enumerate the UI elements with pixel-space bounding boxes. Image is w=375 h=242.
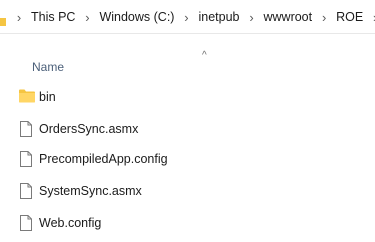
chevron-right-icon[interactable]: › <box>364 10 375 25</box>
sort-ascending-icon: ^ <box>202 50 207 61</box>
document-icon <box>20 151 32 167</box>
breadcrumb-item-wwwroot[interactable]: wwwroot <box>262 10 313 24</box>
document-icon <box>20 215 32 231</box>
list-item-orderssync[interactable]: OrdersSync.asmx <box>0 116 375 142</box>
file-explorer: › This PC › Windows (C:) › inetpub › www… <box>0 0 375 242</box>
file-name: Web.config <box>39 216 102 230</box>
file-name: bin <box>39 90 56 104</box>
chevron-right-icon[interactable]: › <box>76 10 98 25</box>
chevron-right-icon[interactable]: › <box>240 10 262 25</box>
document-icon <box>20 121 32 137</box>
chevron-right-icon[interactable]: › <box>313 10 335 25</box>
list-item-precompiledapp[interactable]: PrecompiledApp.config <box>0 146 375 172</box>
folder-icon <box>19 89 35 103</box>
chevron-right-icon[interactable]: › <box>175 10 197 25</box>
file-name: SystemSync.asmx <box>39 184 142 198</box>
file-name: OrdersSync.asmx <box>39 122 139 136</box>
document-icon <box>20 183 32 199</box>
folder-icon <box>0 18 6 26</box>
chevron-right-icon[interactable]: › <box>8 10 30 25</box>
column-header-name[interactable]: Name <box>32 60 64 74</box>
file-name: PrecompiledApp.config <box>39 152 168 166</box>
list-item-webconfig[interactable]: Web.config <box>0 210 375 236</box>
breadcrumb-item-windows-c[interactable]: Windows (C:) <box>98 10 175 24</box>
breadcrumb-item-inetpub[interactable]: inetpub <box>197 10 240 24</box>
address-bar[interactable]: › This PC › Windows (C:) › inetpub › www… <box>0 0 375 34</box>
column-header: ^ Name <box>0 44 375 84</box>
breadcrumb-item-roe[interactable]: ROE <box>335 10 364 24</box>
breadcrumb-item-this-pc[interactable]: This PC <box>30 10 76 24</box>
breadcrumb: › This PC › Windows (C:) › inetpub › www… <box>8 0 375 33</box>
list-item-bin[interactable]: bin <box>0 84 375 110</box>
list-item-systemsync[interactable]: SystemSync.asmx <box>0 178 375 204</box>
